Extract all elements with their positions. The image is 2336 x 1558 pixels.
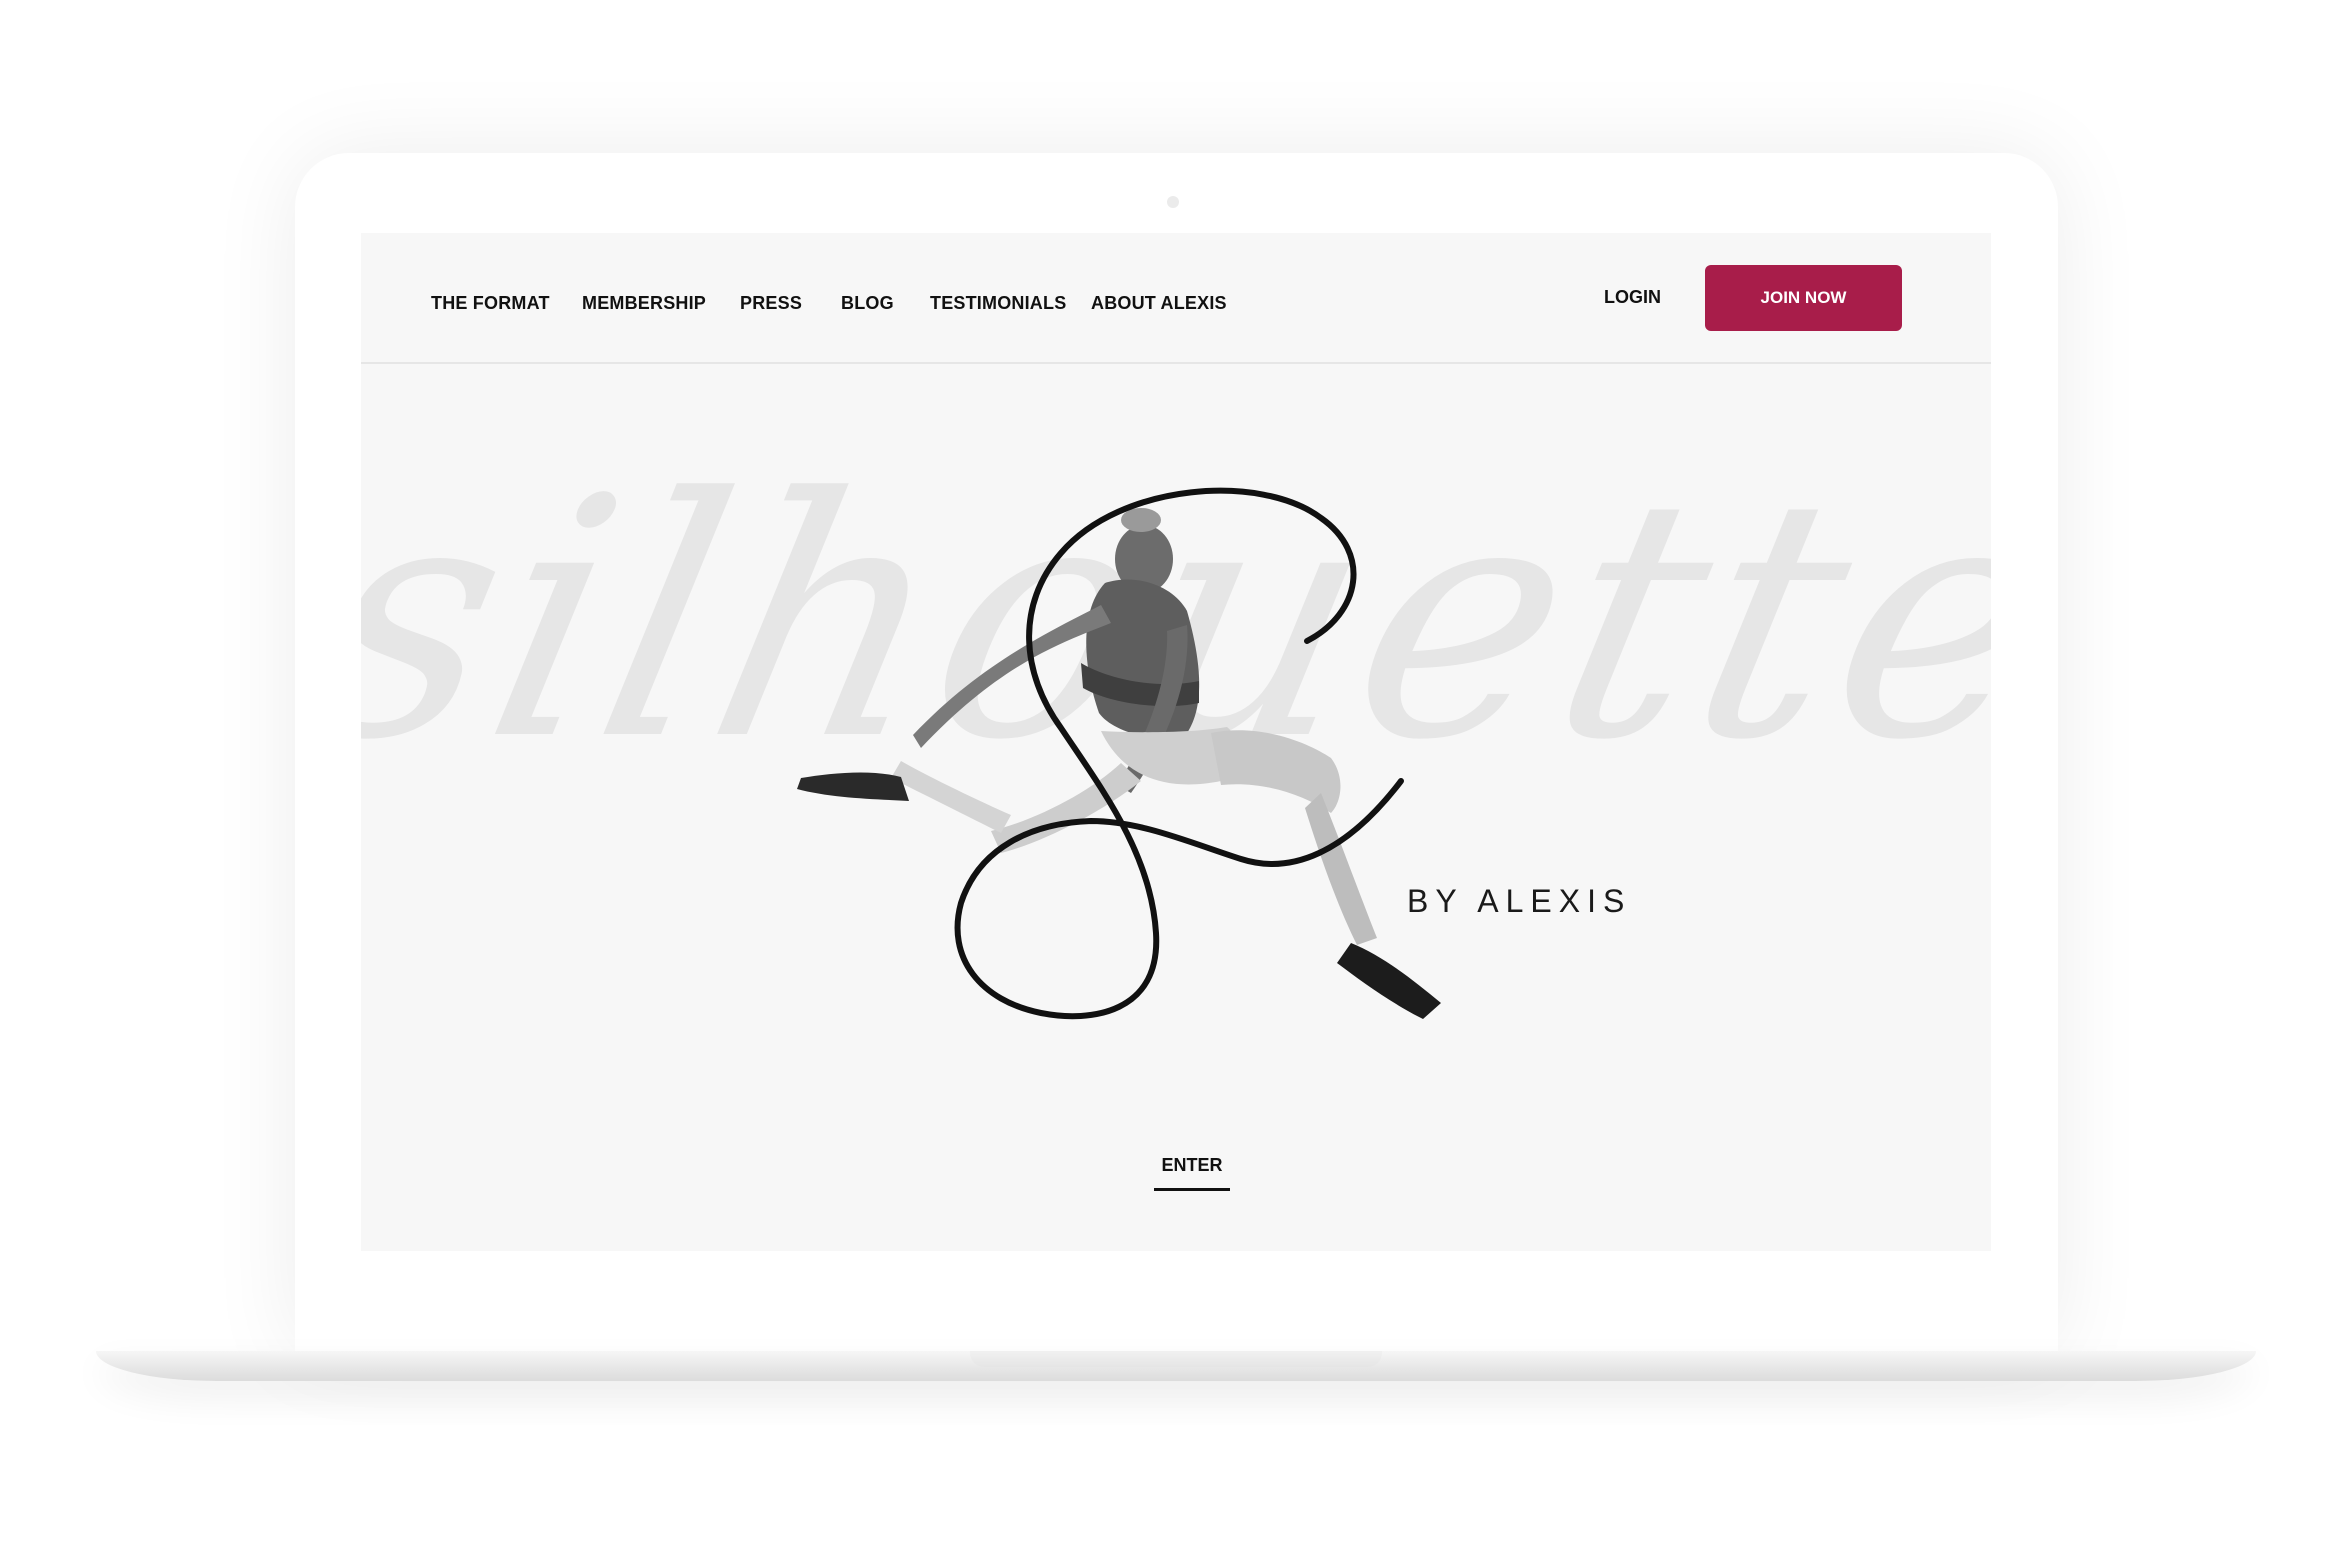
enter-button[interactable]: ENTER xyxy=(1154,1155,1230,1191)
laptop-mockup: THE FORMAT MEMBERSHIP PRESS BLOG TESTIMO… xyxy=(0,0,2336,1558)
hero-logo-art xyxy=(797,487,1441,1020)
jumping-athlete-image xyxy=(797,508,1441,1019)
website-screen: THE FORMAT MEMBERSHIP PRESS BLOG TESTIMO… xyxy=(361,233,1991,1251)
brand-tagline: BY ALEXIS xyxy=(1407,883,1632,919)
laptop-notch xyxy=(970,1351,1382,1367)
camera-icon xyxy=(1167,196,1179,208)
